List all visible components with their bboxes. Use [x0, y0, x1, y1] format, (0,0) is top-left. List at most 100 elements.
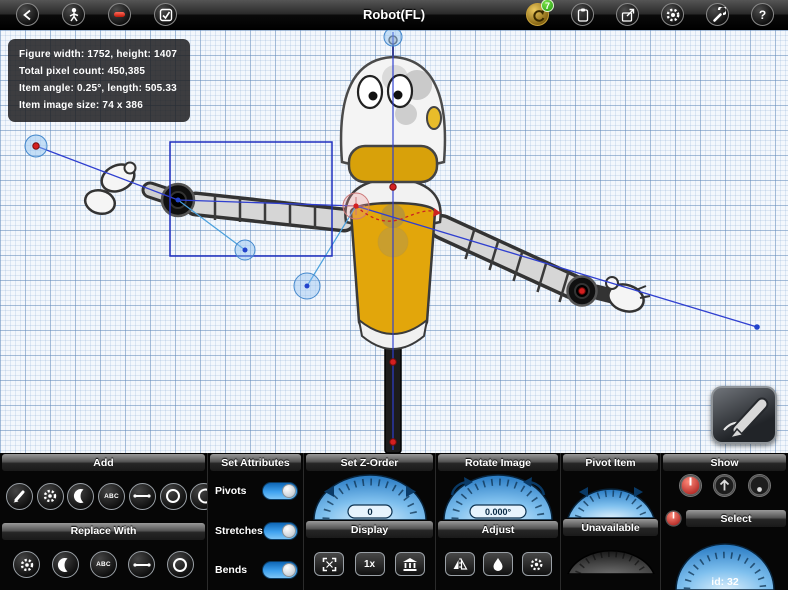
dot-dial-icon [748, 475, 770, 496]
pivots-label: Pivots [215, 484, 247, 497]
clipboard-button[interactable] [571, 3, 594, 26]
add-line-button[interactable] [128, 482, 156, 510]
pivots-toggle[interactable] [262, 481, 298, 500]
back-button[interactable] [16, 3, 39, 26]
robot-ear-lamp [426, 106, 442, 130]
rotate-image-header: Rotate Image [438, 454, 558, 471]
unavailable-header: Unavailable [563, 519, 658, 536]
delete-button[interactable] [108, 3, 131, 26]
stage-button[interactable] [394, 552, 425, 576]
show-column: Show Select id: 32 [660, 453, 788, 590]
add-circle-button[interactable] [159, 482, 187, 510]
replace-shape-button[interactable] [13, 551, 41, 579]
settings-button[interactable] [661, 3, 684, 26]
show-points-dial[interactable] [747, 474, 771, 497]
checklist-button[interactable] [154, 3, 177, 26]
show-angles-dial[interactable] [713, 474, 736, 497]
help-button[interactable]: ? [751, 3, 774, 26]
walking-figure-icon [69, 7, 78, 21]
undo-count-badge: 7 [541, 0, 554, 12]
info-figure-size: Figure width: 1752, height: 1407 [19, 49, 178, 60]
line-icon [133, 494, 151, 498]
add-shape-button[interactable] [36, 482, 64, 510]
building-icon [402, 557, 417, 571]
bends-toggle[interactable] [262, 561, 298, 580]
fit-screen-button[interactable] [314, 552, 345, 576]
app-window: Robot(FL) 7 ? Figure width: 1752, height… [0, 0, 788, 590]
flip-button[interactable] [444, 552, 475, 576]
replace-line-button[interactable] [128, 551, 156, 579]
select-header: Select [686, 510, 786, 527]
pivots-toggle-row: Pivots [208, 471, 303, 511]
pivot-gauge[interactable] [561, 471, 660, 518]
unavailable-gauge [561, 536, 660, 574]
rig-handle[interactable] [383, 30, 403, 47]
add-crescent-button[interactable] [67, 482, 95, 510]
pencil-icon [723, 397, 769, 438]
replace-circle-button[interactable] [166, 551, 194, 579]
replace-with-header: Replace With [2, 522, 205, 540]
gear-icon [666, 8, 679, 21]
arrow-dial-icon [714, 475, 735, 496]
info-item-angle: Item angle: 0.25°, length: 505.33 [19, 83, 177, 94]
set-attributes-column: Set Attributes Pivots Stretches Bends [207, 453, 303, 590]
id-gauge[interactable]: id: 32 [661, 527, 788, 590]
tools-button[interactable] [706, 3, 729, 26]
window-title: Robot(FL) [362, 7, 426, 22]
info-item-image-size: Item image size: 74 x 386 [19, 100, 143, 111]
figure-preview-button[interactable] [62, 3, 85, 26]
replace-crescent-button[interactable] [51, 551, 79, 579]
replace-button-row: ABC [0, 540, 207, 590]
add-header: Add [2, 454, 205, 471]
add-arc-button[interactable] [190, 482, 207, 510]
top-toolbar: Robot(FL) 7 ? [0, 0, 788, 30]
zorder-gauge[interactable]: 0 [304, 471, 435, 520]
pivot-item-column: Pivot Item Unavailable [560, 453, 660, 590]
export-button[interactable] [616, 3, 639, 26]
set-attributes-header: Set Attributes [210, 454, 301, 471]
gear-shape-icon [20, 558, 34, 571]
toggle-knob [282, 483, 296, 498]
select-dial-icon[interactable] [665, 510, 682, 527]
add-text-button[interactable]: ABC [98, 482, 125, 510]
drawing-canvas[interactable]: Figure width: 1752, height: 1407 Total p… [0, 30, 788, 453]
set-zorder-header: Set Z-Order [306, 454, 433, 471]
zorder-column: Set Z-Order 0 Display 1x [303, 453, 435, 590]
adjust-button-row [436, 538, 560, 590]
rotate-value: 0.000° [485, 507, 512, 517]
ink-drop-icon [493, 557, 503, 571]
ink-button[interactable] [483, 552, 513, 576]
checkbox-icon [159, 8, 172, 21]
crescent-icon [73, 489, 84, 504]
gear-icon [530, 558, 543, 570]
rotate-gauge[interactable]: 0.000° [436, 471, 560, 520]
stretches-toggle[interactable] [262, 521, 298, 540]
robot-left-hand [83, 161, 137, 216]
replace-text-button[interactable]: ABC [89, 551, 117, 579]
actual-size-button[interactable]: 1x [354, 552, 385, 576]
bends-label: Bends [215, 564, 248, 577]
selected-id-value: id: 32 [711, 576, 739, 588]
adjust-settings-button[interactable] [521, 552, 552, 576]
show-pivots-dial[interactable] [678, 474, 702, 497]
robot-right-hand [588, 276, 651, 313]
show-dial-row [661, 471, 788, 498]
undo-button[interactable]: 7 [526, 0, 554, 26]
add-column: Add ABC Replace With ABC [0, 453, 207, 590]
info-pixel-count: Total pixel count: 450,385 [19, 66, 146, 77]
arc-icon [197, 488, 207, 504]
line-icon [133, 563, 151, 567]
circle-icon [166, 489, 180, 504]
stretches-label: Stretches [215, 524, 263, 537]
toggle-knob [282, 563, 296, 578]
info-overlay: Figure width: 1752, height: 1407 Total p… [8, 39, 191, 122]
select-row: Select [661, 510, 788, 527]
zorder-value: 0 [367, 507, 372, 518]
add-draw-button[interactable] [5, 482, 33, 510]
draw-tool-button[interactable] [711, 386, 777, 444]
display-header: Display [306, 521, 433, 538]
question-icon: ? [758, 7, 767, 22]
pencil-icon [13, 490, 25, 503]
minus-icon [114, 12, 125, 17]
toolbar-right-group: 7 ? [526, 0, 774, 26]
